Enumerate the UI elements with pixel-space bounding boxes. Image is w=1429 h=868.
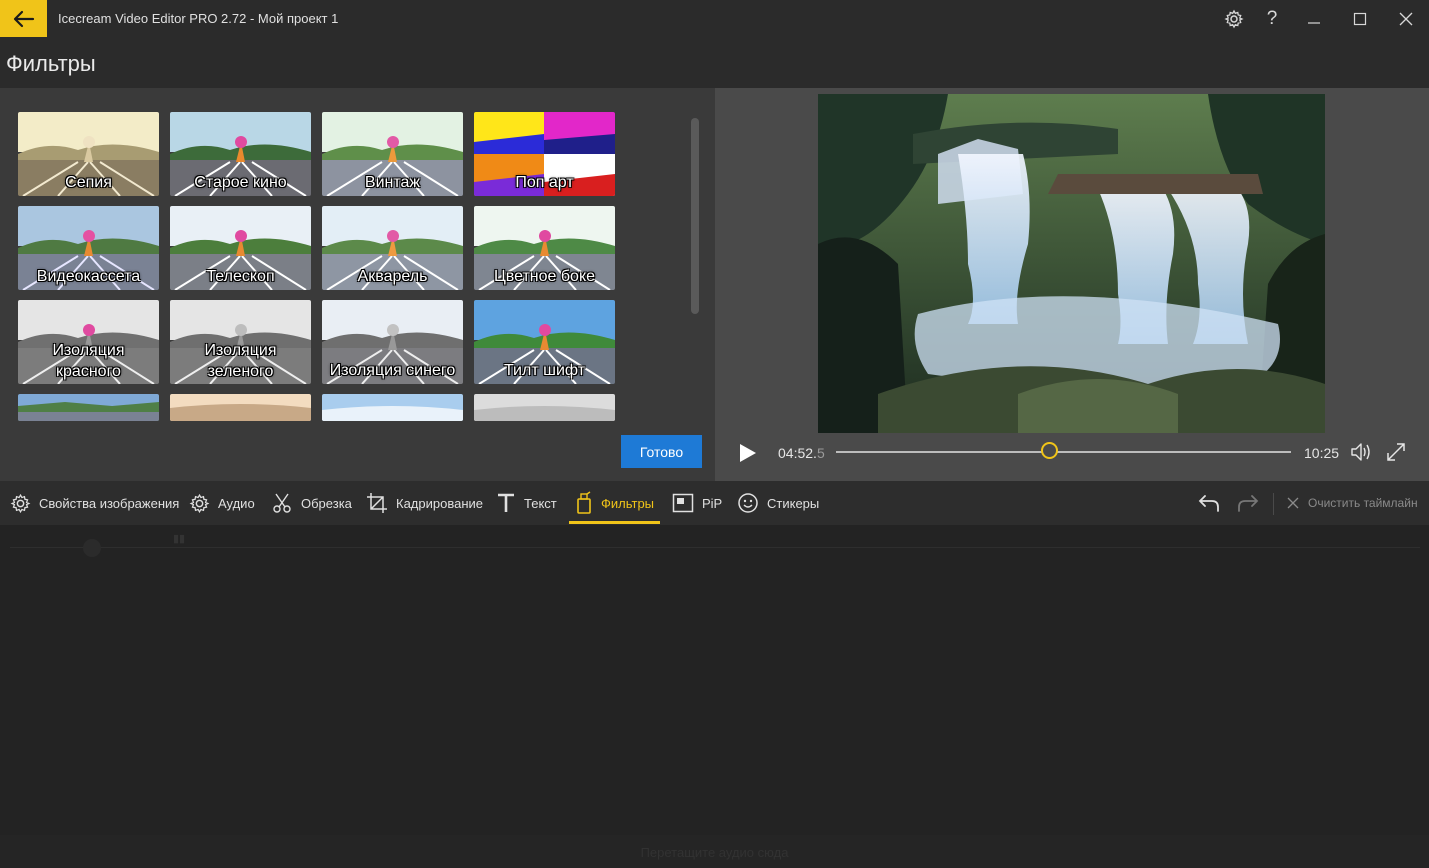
arrow-left-icon <box>13 10 34 27</box>
total-time: 10:25 <box>1304 445 1340 461</box>
filter-thumb-sepia[interactable]: Сепия <box>18 112 159 196</box>
filter-label: Старое кино <box>194 174 287 191</box>
redo-icon <box>1238 495 1259 512</box>
tool-text[interactable]: Текст <box>496 481 557 525</box>
scissors-icon <box>273 493 291 513</box>
timeline-marker-icon: ▮▮ <box>173 533 186 545</box>
seek-bar[interactable] <box>836 451 1291 453</box>
tool-filters[interactable]: Фильтры <box>575 481 654 525</box>
tool-stickers[interactable]: Стикеры <box>737 481 819 525</box>
tool-pip[interactable]: PiP <box>672 481 722 525</box>
text-icon <box>498 493 514 512</box>
filter-thumb-partial[interactable] <box>170 394 311 421</box>
undo-button[interactable] <box>1197 481 1229 525</box>
filter-label: Изоляция зеленого <box>204 342 277 380</box>
current-time: 04:52.5 <box>778 445 825 461</box>
tool-label: Стикеры <box>767 495 820 511</box>
filter-label: Изоляция красного <box>52 342 125 380</box>
play-button[interactable] <box>737 441 759 465</box>
speaker-icon <box>1351 443 1370 461</box>
filter-thumb-tilt-shift[interactable]: Тилт шифт <box>474 300 615 384</box>
window-title: Icecream Video Editor PRO 2.72 - Мой про… <box>58 11 339 26</box>
filters-scrollbar[interactable] <box>691 118 699 314</box>
filter-bottle-icon <box>577 491 591 514</box>
gear-icon <box>10 493 31 513</box>
tool-label: Кадрирование <box>396 495 484 511</box>
redo-button[interactable] <box>1236 481 1268 525</box>
filter-thumb-vhs[interactable]: Видеокассета <box>18 206 159 290</box>
page-title: Фильтры <box>6 51 96 76</box>
tool-crop[interactable]: Кадрирование <box>366 481 483 525</box>
expand-icon <box>1387 443 1405 461</box>
active-tab-indicator <box>569 521 660 524</box>
tool-audio[interactable]: Аудио <box>189 481 255 525</box>
play-icon <box>740 444 756 462</box>
undo-icon <box>1198 495 1219 512</box>
filter-thumb-old-movie[interactable]: Старое кино <box>170 112 311 196</box>
title-bar: Icecream Video Editor PRO 2.72 - Мой про… <box>0 0 1429 39</box>
filter-label: Поп арт <box>515 174 574 191</box>
filter-thumb-red-isolation[interactable]: Изоляция красного <box>18 300 159 384</box>
filter-label: Телескоп <box>206 268 275 285</box>
tool-label: Свойства изображения <box>39 495 180 511</box>
filter-label: Сепия <box>65 174 112 191</box>
gear-icon <box>1224 9 1244 28</box>
timeline-playhead[interactable] <box>83 539 101 557</box>
close-button[interactable] <box>1383 0 1429 37</box>
page-header <box>0 38 1429 88</box>
tool-label: PiP <box>702 495 723 511</box>
current-time-fraction: 5 <box>816 445 825 461</box>
tool-trim[interactable]: Обрезка <box>271 481 352 525</box>
filter-label: Винтаж <box>364 174 421 191</box>
minimize-icon <box>1308 21 1320 24</box>
timeline-ruler <box>10 547 1420 548</box>
minimize-button[interactable] <box>1291 0 1337 37</box>
toolbar-divider <box>1273 493 1274 515</box>
settings-button[interactable] <box>1215 0 1253 37</box>
video-preview <box>818 94 1325 433</box>
audio-drop-hint: Перетащите аудио сюда <box>640 845 789 860</box>
filter-thumb-partial[interactable] <box>18 394 159 421</box>
timeline[interactable] <box>0 525 1429 835</box>
tool-image-properties[interactable]: Свойства изображения <box>10 481 179 525</box>
filter-thumb-watercolor[interactable]: Акварель <box>322 206 463 290</box>
fullscreen-button[interactable] <box>1385 441 1407 463</box>
maximize-button[interactable] <box>1337 0 1383 37</box>
close-icon <box>1399 12 1413 25</box>
filter-thumb-pop-art[interactable]: Поп арт <box>474 112 615 196</box>
filter-label: Цветное боке <box>493 268 596 285</box>
done-button[interactable]: Готово <box>621 435 702 468</box>
filter-label: Видеокассета <box>36 268 141 285</box>
filter-label: Акварель <box>357 268 428 285</box>
maximize-icon <box>1353 12 1367 25</box>
crop-icon <box>367 493 387 513</box>
filter-thumb-partial[interactable] <box>322 394 463 421</box>
current-time-main: 04:52. <box>778 445 817 461</box>
help-button[interactable]: ? <box>1253 0 1291 37</box>
back-button[interactable] <box>0 0 47 37</box>
volume-button[interactable] <box>1350 441 1374 463</box>
clear-timeline-button[interactable]: Очистить таймлайн <box>1286 481 1418 525</box>
gear-icon <box>189 493 210 513</box>
tool-label: Аудио <box>218 495 255 511</box>
filter-label: Тилт шифт <box>503 362 586 379</box>
clear-timeline-label: Очистить таймлайн <box>1308 496 1418 510</box>
pip-icon <box>672 493 694 513</box>
smiley-icon <box>738 493 758 513</box>
tool-label: Текст <box>524 495 557 511</box>
filter-thumb-color-bokeh[interactable]: Цветное боке <box>474 206 615 290</box>
filter-label: Изоляция синего <box>329 362 456 379</box>
filter-thumb-telescope[interactable]: Телескоп <box>170 206 311 290</box>
filter-thumb-green-isolation[interactable]: Изоляция зеленого <box>170 300 311 384</box>
filter-thumb-partial[interactable] <box>474 394 615 421</box>
help-icon: ? <box>1266 7 1278 29</box>
tool-label: Обрезка <box>301 495 352 511</box>
filter-thumb-blue-isolation[interactable]: Изоляция синего <box>322 300 463 384</box>
filter-thumb-vintage[interactable]: Винтаж <box>322 112 463 196</box>
close-icon <box>1287 497 1299 509</box>
tool-label: Фильтры <box>601 495 655 511</box>
